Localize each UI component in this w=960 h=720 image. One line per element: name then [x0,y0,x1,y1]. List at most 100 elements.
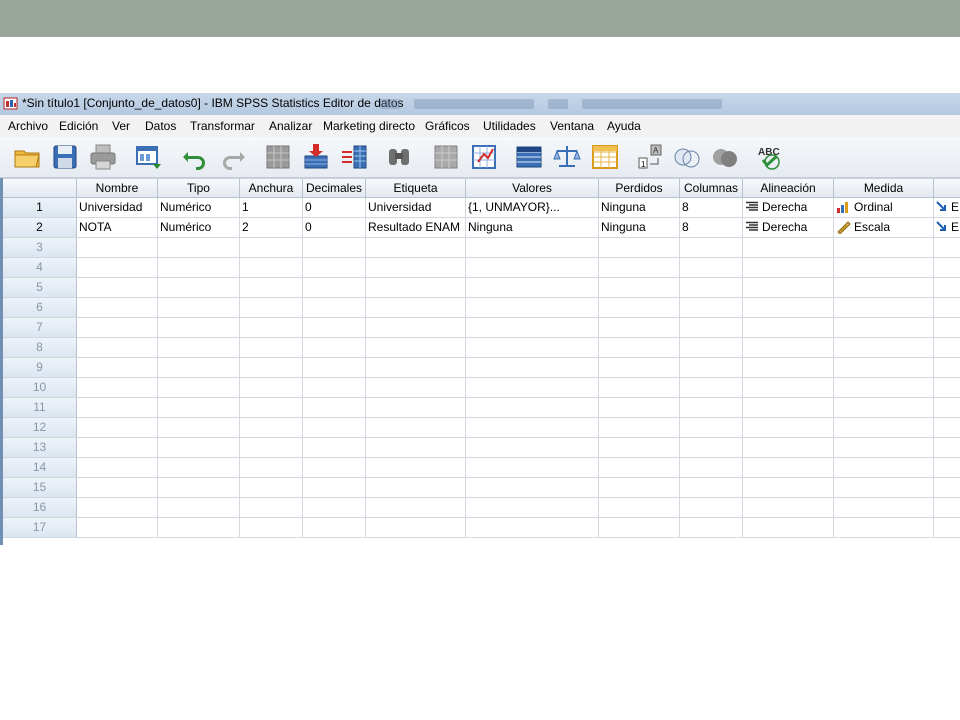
redo-icon[interactable] [218,142,248,172]
empty-cell[interactable] [240,338,303,358]
empty-cell[interactable] [240,278,303,298]
menu-gráficos[interactable]: Gráficos [425,119,470,133]
menu-archivo[interactable]: Archivo [8,119,48,133]
empty-cell[interactable] [743,438,834,458]
column-header-columnas[interactable]: Columnas [680,178,743,198]
empty-cell[interactable] [834,378,934,398]
empty-cell[interactable] [934,258,960,278]
empty-cell[interactable] [599,498,680,518]
empty-cell[interactable] [466,438,599,458]
empty-cell[interactable] [77,398,158,418]
row-header[interactable]: 15 [3,478,77,498]
empty-cell[interactable] [599,518,680,538]
empty-cell[interactable] [240,358,303,378]
menu-analizar[interactable]: Analizar [269,119,312,133]
row-header[interactable]: 6 [3,298,77,318]
empty-cell[interactable] [303,418,366,438]
empty-cell[interactable] [158,378,240,398]
empty-cell[interactable] [158,278,240,298]
cell-medida[interactable]: Ordinal [834,198,934,218]
menu-datos[interactable]: Datos [145,119,176,133]
empty-cell[interactable] [680,358,743,378]
empty-cell[interactable] [466,498,599,518]
empty-cell[interactable] [77,378,158,398]
empty-cell[interactable] [240,398,303,418]
empty-cell[interactable] [680,398,743,418]
menu-transformar[interactable]: Transformar [190,119,255,133]
column-header-medida[interactable]: Medida [834,178,934,198]
column-header-nombre[interactable]: Nombre [77,178,158,198]
empty-cell[interactable] [834,238,934,258]
empty-cell[interactable] [934,498,960,518]
empty-cell[interactable] [934,458,960,478]
empty-cell[interactable] [466,398,599,418]
empty-cell[interactable] [680,298,743,318]
empty-cell[interactable] [743,258,834,278]
empty-cell[interactable] [366,498,466,518]
menu-ventana[interactable]: Ventana [550,119,594,133]
empty-cell[interactable] [303,358,366,378]
empty-cell[interactable] [303,518,366,538]
empty-cell[interactable] [366,278,466,298]
empty-cell[interactable] [834,418,934,438]
empty-cell[interactable] [934,518,960,538]
empty-cell[interactable] [303,438,366,458]
empty-cell[interactable] [158,418,240,438]
empty-cell[interactable] [680,438,743,458]
dialog-recall-icon[interactable] [133,142,163,172]
empty-cell[interactable] [366,478,466,498]
value-labels-icon[interactable]: 1A [636,142,666,172]
empty-cell[interactable] [743,498,834,518]
empty-cell[interactable] [680,498,743,518]
empty-cell[interactable] [158,478,240,498]
column-header-anchura[interactable]: Anchura [240,178,303,198]
empty-cell[interactable] [743,278,834,298]
empty-cell[interactable] [366,378,466,398]
empty-cell[interactable] [77,298,158,318]
row-header[interactable]: 9 [3,358,77,378]
empty-cell[interactable] [834,518,934,538]
empty-cell[interactable] [158,298,240,318]
split-file-icon[interactable] [514,142,544,172]
empty-cell[interactable] [680,518,743,538]
empty-cell[interactable] [834,498,934,518]
empty-cell[interactable] [834,258,934,278]
cell-nombre[interactable]: NOTA [77,218,158,238]
empty-cell[interactable] [834,398,934,418]
row-header[interactable]: 3 [3,238,77,258]
cell-valores[interactable]: Ninguna [466,218,599,238]
cell-valores[interactable]: {1, UNMAYOR}... [466,198,599,218]
empty-cell[interactable] [158,238,240,258]
cell-anchura[interactable]: 2 [240,218,303,238]
empty-cell[interactable] [158,338,240,358]
goto-case-icon[interactable] [263,142,293,172]
empty-cell[interactable] [743,318,834,338]
empty-cell[interactable] [834,298,934,318]
row-header[interactable]: 14 [3,458,77,478]
empty-cell[interactable] [834,278,934,298]
empty-cell[interactable] [240,438,303,458]
empty-cell[interactable] [599,238,680,258]
empty-cell[interactable] [466,318,599,338]
cell-etiqueta[interactable]: Universidad [366,198,466,218]
empty-cell[interactable] [680,338,743,358]
row-header[interactable]: 10 [3,378,77,398]
empty-cell[interactable] [240,518,303,538]
cell-decimales[interactable]: 0 [303,198,366,218]
empty-cell[interactable] [934,358,960,378]
empty-cell[interactable] [466,358,599,378]
empty-cell[interactable] [680,318,743,338]
empty-cell[interactable] [240,378,303,398]
empty-cell[interactable] [240,318,303,338]
empty-cell[interactable] [599,378,680,398]
empty-cell[interactable] [466,298,599,318]
column-header-alineación[interactable]: Alineación [743,178,834,198]
empty-cell[interactable] [743,398,834,418]
empty-cell[interactable] [77,518,158,538]
cell-anchura[interactable]: 1 [240,198,303,218]
empty-cell[interactable] [158,258,240,278]
empty-cell[interactable] [680,478,743,498]
column-header-etiqueta[interactable]: Etiqueta [366,178,466,198]
insert-variable-icon[interactable] [469,142,499,172]
save-icon[interactable] [50,142,80,172]
